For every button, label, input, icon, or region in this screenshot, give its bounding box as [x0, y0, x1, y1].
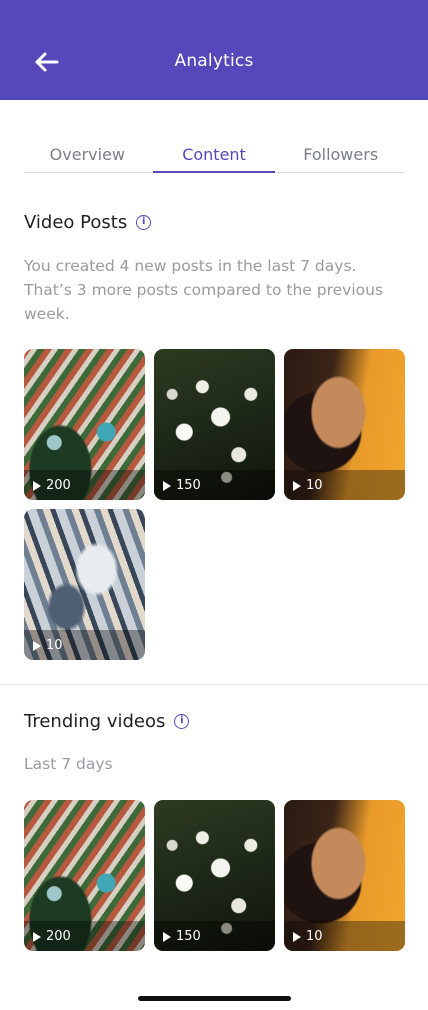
video-posts-grid: 200 150 10 10: [24, 349, 405, 660]
view-count: 10: [33, 638, 63, 653]
play-icon: [33, 480, 41, 491]
page-title: Analytics: [174, 51, 254, 71]
section-divider: [0, 684, 428, 685]
view-count: 10: [293, 478, 323, 493]
view-count-value: 10: [306, 929, 323, 944]
trending-grid: 200 150 10: [24, 800, 405, 951]
video-thumbnail[interactable]: 10: [24, 509, 145, 660]
play-icon: [33, 640, 41, 651]
video-thumbnail[interactable]: 150: [154, 800, 275, 951]
info-icon[interactable]: i: [136, 215, 152, 230]
trending-heading: Trending videos i: [24, 711, 190, 732]
home-indicator[interactable]: [138, 996, 291, 1001]
trending-title: Trending videos: [24, 711, 166, 732]
view-count-value: 150: [176, 478, 201, 493]
view-count: 10: [293, 929, 323, 944]
video-thumbnail[interactable]: 200: [24, 349, 145, 500]
view-count-value: 10: [46, 638, 63, 653]
play-icon: [293, 480, 301, 491]
video-posts-heading: Video Posts i: [24, 212, 152, 233]
tab-followers[interactable]: Followers: [277, 140, 404, 172]
tab-overview[interactable]: Overview: [24, 140, 151, 172]
video-thumbnail[interactable]: 150: [154, 349, 275, 500]
video-posts-description: You created 4 new posts in the last 7 da…: [24, 257, 384, 323]
tab-content[interactable]: Content: [151, 140, 278, 173]
video-thumbnail[interactable]: 200: [24, 800, 145, 951]
view-count-value: 200: [46, 478, 71, 493]
view-count-value: 200: [46, 929, 71, 944]
video-posts-title: Video Posts: [24, 212, 128, 233]
tab-bar: Overview Content Followers: [24, 140, 404, 173]
play-icon: [293, 931, 301, 942]
view-count: 200: [33, 929, 71, 944]
info-icon[interactable]: i: [174, 714, 190, 729]
play-icon: [163, 931, 171, 942]
view-count-value: 150: [176, 929, 201, 944]
trending-subtitle: Last 7 days: [24, 755, 113, 773]
video-thumbnail[interactable]: 10: [284, 800, 405, 951]
play-icon: [163, 480, 171, 491]
video-thumbnail[interactable]: 10: [284, 349, 405, 500]
view-count-value: 10: [306, 478, 323, 493]
view-count: 150: [163, 929, 201, 944]
app-header: Analytics: [0, 0, 428, 100]
play-icon: [33, 931, 41, 942]
view-count: 150: [163, 478, 201, 493]
view-count: 200: [33, 478, 71, 493]
